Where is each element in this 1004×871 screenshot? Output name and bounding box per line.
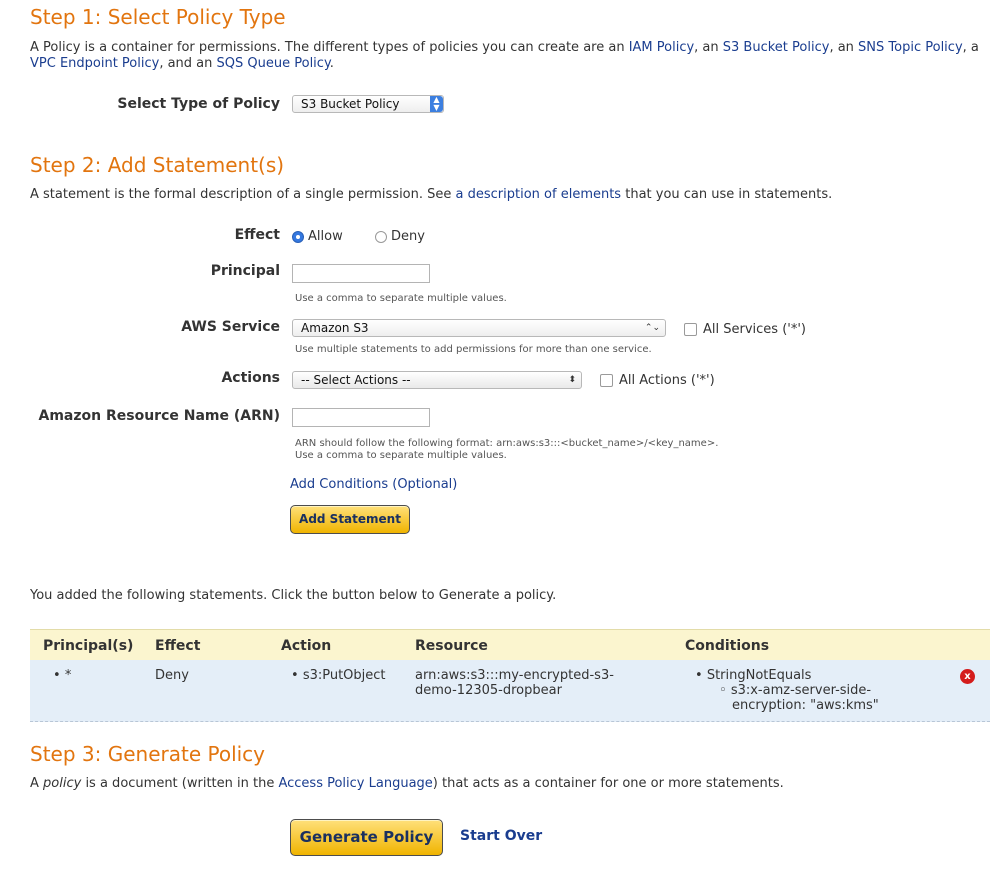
sqs-queue-policy-link[interactable]: SQS Queue Policy (217, 56, 330, 71)
add-conditions-link[interactable]: Add Conditions (Optional) (290, 477, 457, 492)
principal-input[interactable] (292, 264, 430, 283)
column-header-principals: Principal(s) (43, 638, 134, 654)
chevron-updown-icon: ⌃⌄ (644, 323, 660, 333)
start-over-link[interactable]: Start Over (460, 828, 542, 844)
step1-title: Step 1: Select Policy Type (30, 5, 286, 29)
s3-bucket-policy-link[interactable]: S3 Bucket Policy (723, 40, 830, 55)
elements-description-link[interactable]: a description of elements (456, 187, 622, 202)
add-statement-button[interactable]: Add Statement (290, 505, 410, 534)
column-header-resource: Resource (415, 638, 488, 654)
chevron-updown-icon: ⬍ (568, 375, 576, 385)
effect-deny-radio[interactable]: Deny (375, 229, 425, 244)
actions-select[interactable]: -- Select Actions -- ⬍ (292, 371, 582, 389)
column-header-conditions: Conditions (685, 638, 770, 654)
access-policy-language-link[interactable]: Access Policy Language (278, 776, 432, 791)
aws-service-select[interactable]: Amazon S3 ⌃⌄ (292, 319, 666, 337)
radio-unselected-icon (375, 230, 387, 243)
generate-policy-button[interactable]: Generate Policy (290, 819, 443, 856)
aws-service-value: Amazon S3 (301, 321, 369, 335)
step1-description: A Policy is a container for permissions.… (30, 40, 979, 71)
effect-allow-label: Allow (308, 229, 343, 244)
step3-title: Step 3: Generate Policy (30, 742, 266, 766)
principal-cell: • * (53, 668, 72, 683)
principal-hint: Use a comma to separate multiple values. (295, 293, 507, 304)
effect-deny-label: Deny (391, 229, 425, 244)
actions-value: -- Select Actions -- (301, 373, 411, 387)
sns-topic-policy-link[interactable]: SNS Topic Policy (858, 40, 963, 55)
statements-table: Principal(s) Effect Action Resource Cond… (30, 629, 990, 722)
actions-label: Actions (221, 370, 280, 386)
checkbox-icon (684, 323, 697, 336)
policy-type-label: Select Type of Policy (117, 96, 280, 112)
all-actions-label: All Actions ('*') (619, 373, 715, 388)
all-actions-checkbox[interactable]: All Actions ('*') (600, 373, 715, 388)
all-services-label: All Services ('*') (703, 322, 806, 337)
all-services-checkbox[interactable]: All Services ('*') (684, 322, 806, 337)
resource-cell: arn:aws:s3:::my-encrypted-s3- demo-12305-… (415, 668, 614, 698)
column-header-action: Action (281, 638, 332, 654)
statements-table-header: Principal(s) Effect Action Resource Cond… (30, 629, 990, 660)
conditions-cell: • StringNotEquals ◦ s3:x-amz-server-side… (695, 668, 879, 713)
checkbox-icon (600, 374, 613, 387)
column-header-effect: Effect (155, 638, 201, 654)
effect-cell: Deny (155, 668, 189, 683)
vpc-endpoint-policy-link[interactable]: VPC Endpoint Policy (30, 56, 159, 71)
iam-policy-link[interactable]: IAM Policy (629, 40, 694, 55)
action-cell: • s3:PutObject (291, 668, 386, 683)
step2-title: Step 2: Add Statement(s) (30, 153, 285, 177)
arn-label: Amazon Resource Name (ARN) (38, 408, 281, 424)
policy-type-value: S3 Bucket Policy (301, 97, 400, 111)
radio-selected-icon (292, 230, 304, 243)
effect-label: Effect (234, 227, 280, 243)
delete-statement-icon[interactable]: x (960, 669, 975, 684)
effect-allow-radio[interactable]: Allow (292, 229, 343, 244)
policy-type-select[interactable]: S3 Bucket Policy ▲ ▼ (292, 95, 444, 113)
aws-service-label: AWS Service (181, 319, 280, 335)
aws-service-hint: Use multiple statements to add permissio… (295, 344, 652, 355)
statements-intro: You added the following statements. Clic… (30, 588, 557, 603)
arn-hint-comma: Use a comma to separate multiple values. (295, 450, 507, 461)
step3-description: A policy is a document (written in the A… (30, 776, 784, 791)
table-row: • * Deny • s3:PutObject arn:aws:s3:::my-… (30, 660, 990, 722)
step2-description: A statement is the formal description of… (30, 187, 833, 202)
arn-hint-format: ARN should follow the following format: … (295, 438, 719, 449)
chevron-updown-icon: ▲ ▼ (430, 96, 443, 112)
principal-label: Principal (210, 263, 280, 279)
arn-input[interactable] (292, 408, 430, 427)
